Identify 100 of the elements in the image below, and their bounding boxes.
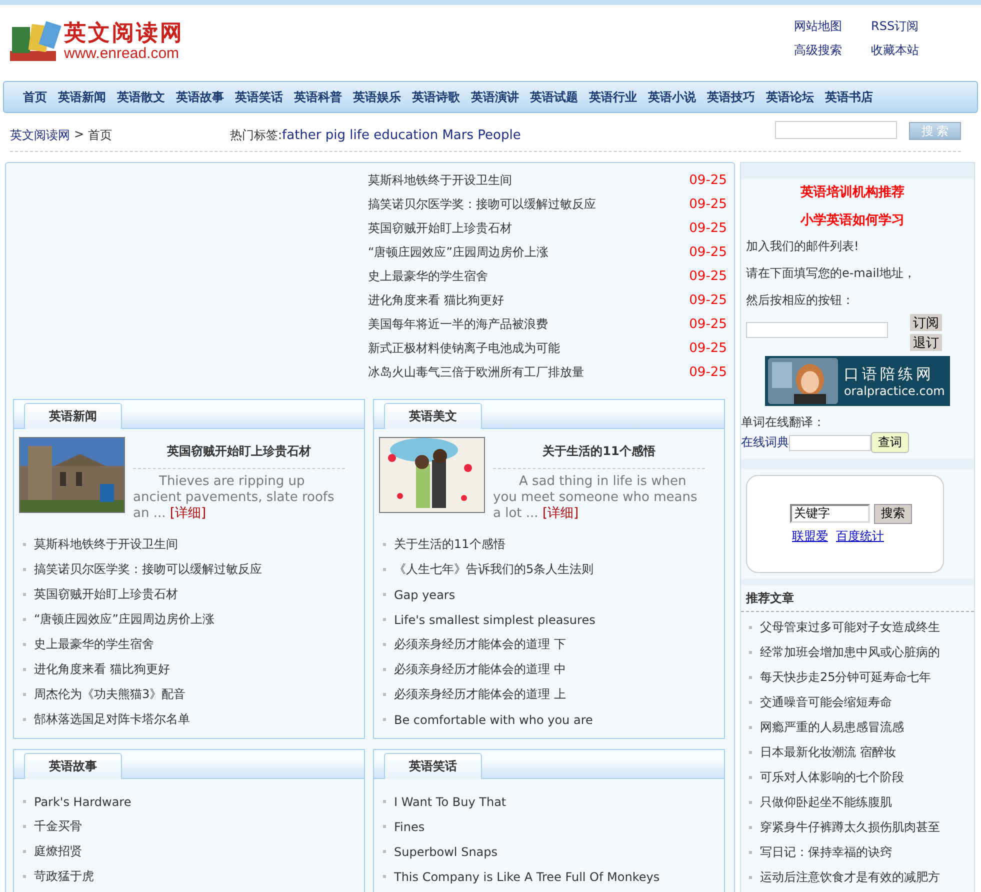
detail-link[interactable]: [详细] <box>170 506 206 521</box>
nav-link[interactable]: 英语演讲 <box>471 88 519 106</box>
article-link[interactable]: Life's smallest simplest pleasures <box>394 612 596 626</box>
article-link[interactable]: 必须亲身经历才能体会的道理 下 <box>394 636 566 653</box>
nav-link[interactable]: 首页 <box>23 88 47 106</box>
headline-link[interactable]: 冰岛火山毒气三倍于欧洲所有工厂排放量 <box>368 364 584 380</box>
date-label: 09-25 <box>689 220 727 236</box>
headline-link[interactable]: 新式正极材料使钠离子电池成为可能 <box>368 340 560 356</box>
article-link[interactable]: 可乐对人体影响的七个阶段 <box>760 769 904 786</box>
lookup-button[interactable]: 查词 <box>870 432 909 453</box>
headline-link[interactable]: 美国每年将近一半的海产品被浪费 <box>368 316 548 332</box>
nav-link[interactable]: 英语技巧 <box>707 88 755 106</box>
nav-link[interactable]: 英语故事 <box>176 88 224 106</box>
article-link[interactable]: 进化角度来看 猫比狗更好 <box>34 661 170 678</box>
promo-link[interactable]: 小学英语如何学习 <box>740 207 974 235</box>
article-link[interactable]: 搞笑诺贝尔医学奖：接吻可以缓解过敏反应 <box>34 561 262 578</box>
article-link[interactable]: Fines <box>394 820 425 834</box>
mail-button[interactable]: 退订 <box>910 334 942 351</box>
header-link[interactable]: 收藏本站 <box>871 42 941 59</box>
bullet-icon <box>23 568 26 571</box>
hot-tags-link[interactable]: father pig life education Mars People <box>282 128 521 142</box>
article-link[interactable]: 莫斯科地铁终于开设卫生间 <box>34 536 178 553</box>
feature-title[interactable]: 英国窃贼开始盯上珍贵石材 <box>133 437 345 469</box>
keyword-search-button[interactable]: 搜索 <box>874 504 912 524</box>
bullet-icon <box>383 850 386 853</box>
article-link[interactable]: 网瘾严重的人易患感冒流感 <box>760 719 904 736</box>
article-link[interactable]: Gap years <box>394 588 456 602</box>
keyword-field[interactable]: 关键字 <box>790 504 870 522</box>
underlined-link[interactable]: 百度统计 <box>836 528 884 544</box>
article-link[interactable]: 庭燎招贤 <box>34 843 82 860</box>
headline-link[interactable]: 进化角度来看 猫比狗更好 <box>368 292 504 308</box>
date-label: 09-25 <box>689 244 727 260</box>
nav-link[interactable]: 英语小说 <box>648 88 696 106</box>
headline-link[interactable]: 搞笑诺贝尔医学奖：接吻可以缓解过敏反应 <box>368 196 596 212</box>
dictionary-label: 单词在线翻译： <box>740 414 826 431</box>
article-link[interactable]: 英国窃贼开始盯上珍贵石材 <box>34 586 178 603</box>
headline-link[interactable]: 莫斯科地铁终于开设卫生间 <box>368 172 512 188</box>
bullet-icon <box>748 701 752 704</box>
feature-summary: A sad thing in life is when you meet someone who means a lot ... [详细] <box>493 474 698 522</box>
article-link[interactable]: 周杰伦为《功夫熊猫3》配音 <box>34 686 186 703</box>
bullet-icon <box>748 851 752 854</box>
nav-link[interactable]: 英语论坛 <box>766 88 814 106</box>
feature-title[interactable]: 关于生活的11个感悟 <box>493 437 705 469</box>
headline-link[interactable]: 英国窃贼开始盯上珍贵石材 <box>368 220 512 236</box>
article-link[interactable]: “唐顿庄园效应”庄园周边房价上涨 <box>34 611 214 628</box>
bullet-icon <box>23 618 26 621</box>
mail-button[interactable]: 订阅 <box>910 314 942 331</box>
detail-link[interactable]: [详细] <box>542 506 579 521</box>
article-link[interactable]: 郜林落选国足对阵卡塔尔名单 <box>34 711 190 728</box>
article-link[interactable]: 只做仰卧起坐不能练腹肌 <box>760 794 892 811</box>
dictionary-link[interactable]: 在线词典 <box>740 434 789 451</box>
bullet-icon <box>23 875 26 878</box>
article-link[interactable]: 写日记：保持幸福的诀窍 <box>760 844 892 861</box>
headline-link[interactable]: “唐顿庄园效应”庄园周边房价上涨 <box>368 244 548 260</box>
article-link[interactable]: 经常加班会增加患中风或心脏病的 <box>760 644 940 661</box>
article-link[interactable]: 每天快步走25分钟可延寿命七年 <box>760 669 932 686</box>
article-link[interactable]: Be comfortable with who you are <box>394 712 593 726</box>
nav-link[interactable]: 英语试题 <box>530 88 578 106</box>
article-link[interactable]: Superbowl Snaps <box>394 844 498 858</box>
article-link[interactable]: 运动后注意饮食才是有效的减肥方 <box>760 869 940 886</box>
article-link[interactable]: 必须亲身经历才能体会的道理 中 <box>394 661 566 678</box>
promo-link[interactable]: 英语培训机构推荐 <box>740 179 974 207</box>
nav-link[interactable]: 英语笑话 <box>235 88 283 106</box>
nav-link[interactable]: 英语娱乐 <box>353 88 401 106</box>
header-link[interactable]: 网站地图 <box>794 18 871 35</box>
email-field[interactable] <box>746 322 888 338</box>
bullet-icon <box>748 751 752 754</box>
article-link[interactable]: 史上最豪华的学生宿舍 <box>34 636 154 653</box>
article-link[interactable]: Park's Hardware <box>34 794 132 808</box>
article-link[interactable]: 交通噪音可能会缩短寿命 <box>760 694 892 711</box>
bullet-icon <box>383 593 386 596</box>
article-link[interactable]: 苛政猛于虎 <box>34 868 94 885</box>
headline-link[interactable]: 史上最豪华的学生宿舍 <box>368 268 488 284</box>
article-link[interactable]: I Want To Buy That <box>394 794 506 808</box>
underlined-link[interactable]: 联盟爱 <box>792 528 828 544</box>
nav-link[interactable]: 英语科普 <box>294 88 342 106</box>
article-link[interactable]: 《人生七年》告诉我们的5条人生法则 <box>394 561 594 578</box>
bullet-icon <box>383 800 386 803</box>
feature-summary: Thieves are ripping up ancient pavements, slate roofs an ... [详细] <box>133 474 336 522</box>
article-link[interactable]: This Company is Like A Tree Full Of Monkeys <box>394 870 660 884</box>
article-link[interactable]: 千金买骨 <box>34 818 82 835</box>
nav-link[interactable]: 英语散文 <box>117 88 165 106</box>
article-link[interactable]: 必须亲身经历才能体会的道理 上 <box>394 686 566 703</box>
search-field[interactable] <box>775 121 897 139</box>
article-link[interactable]: 关于生活的11个感悟 <box>394 536 506 553</box>
bullet-icon <box>23 643 26 646</box>
header-link[interactable]: RSS订阅 <box>871 18 941 35</box>
nav-link[interactable]: 英语新闻 <box>58 88 106 106</box>
nav-link[interactable]: 英语书店 <box>825 88 873 106</box>
bullet-icon <box>748 826 752 829</box>
nav-link[interactable]: 英语行业 <box>589 88 637 106</box>
banner[interactable]: 口语陪练网 oralpractice.com <box>764 356 950 406</box>
header-link[interactable]: 高级搜索 <box>794 42 871 59</box>
article-link[interactable]: 父母管束过多可能对子女造成终生 <box>760 619 940 636</box>
date-label: 09-25 <box>689 268 727 284</box>
article-link[interactable]: 日本最新化妆潮流 宿醉妆 <box>760 744 896 761</box>
word-field[interactable] <box>788 434 871 450</box>
article-link[interactable]: 穿紧身牛仔裤蹲太久损伤肌肉甚至 <box>760 819 940 836</box>
nav-link[interactable]: 英语诗歌 <box>412 88 460 106</box>
breadcrumb-link[interactable]: 英文阅读网 <box>10 126 70 144</box>
